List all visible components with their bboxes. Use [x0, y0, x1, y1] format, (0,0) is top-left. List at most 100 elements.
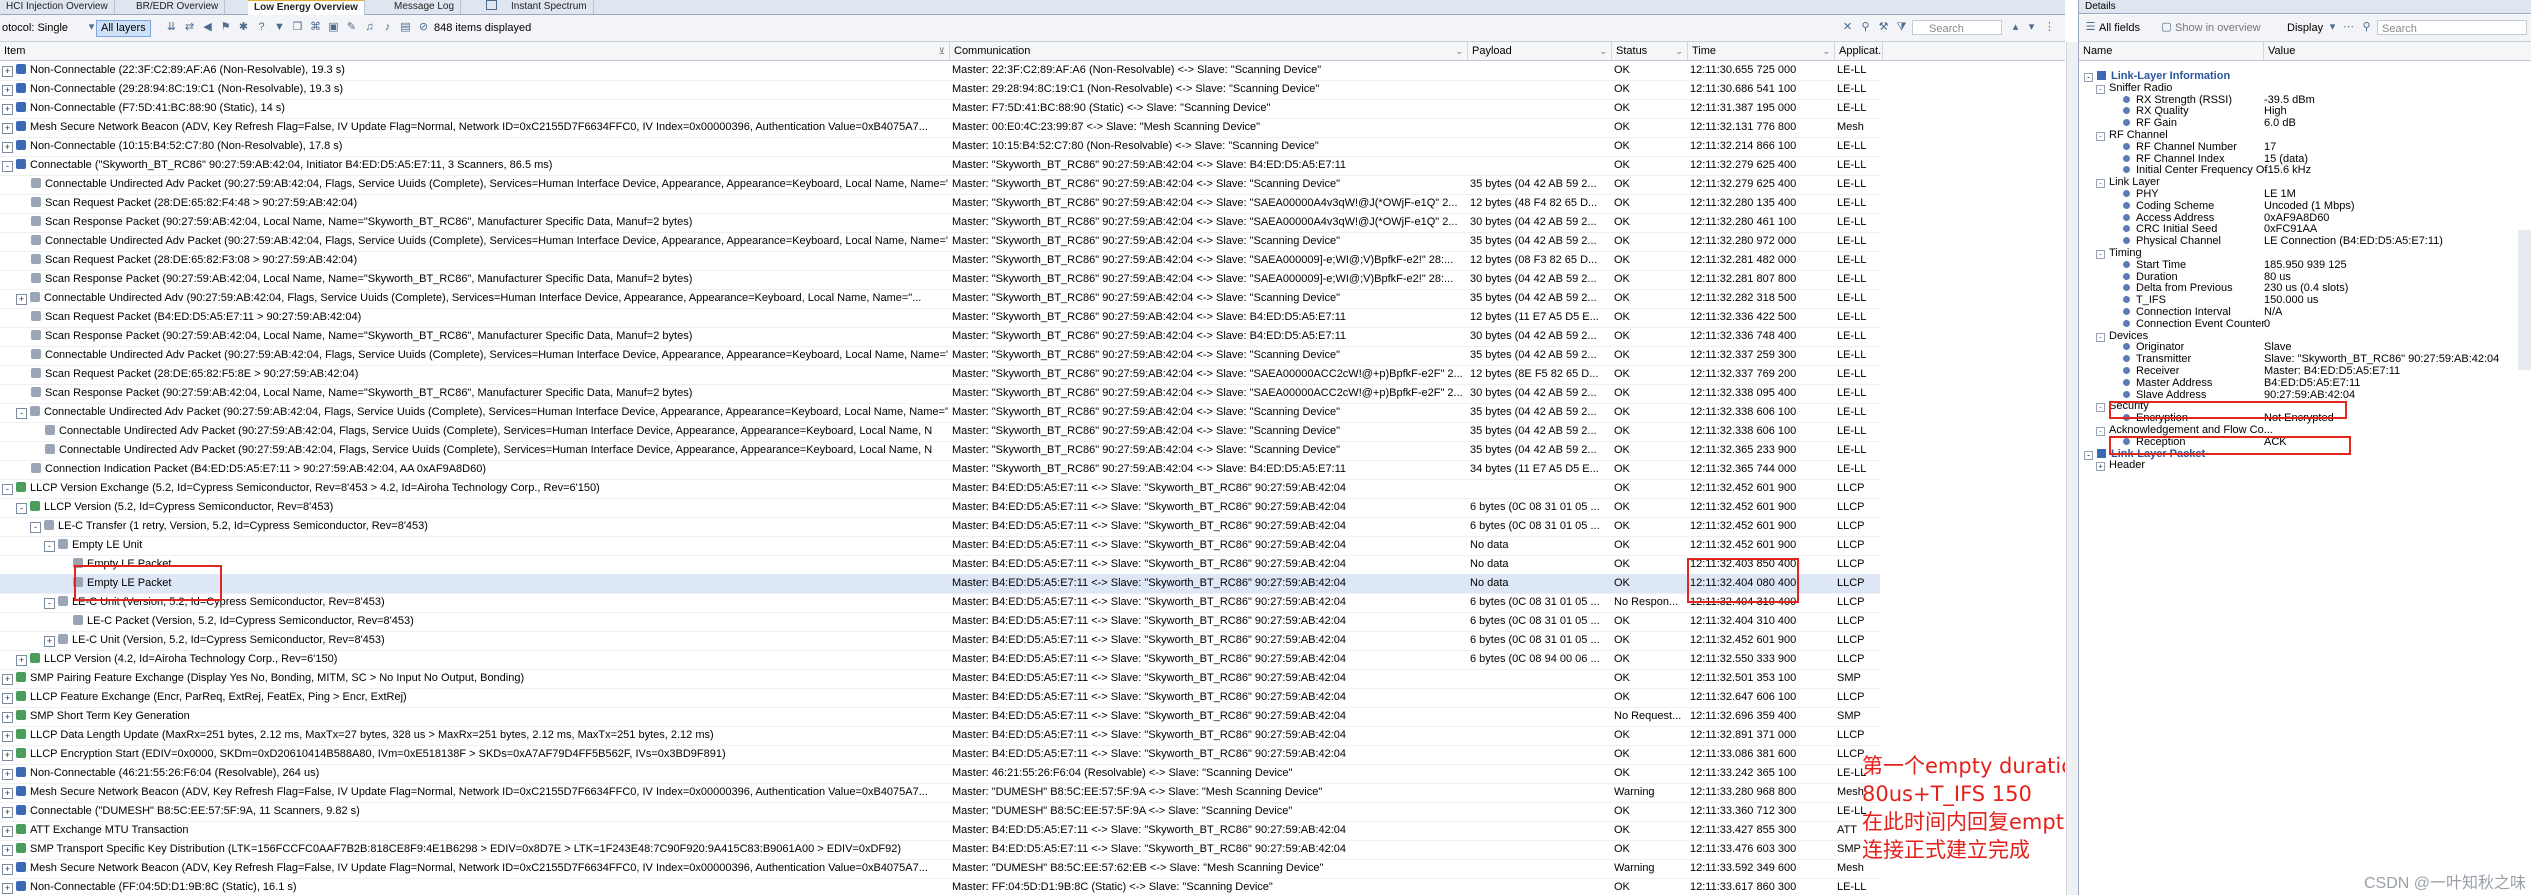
details-row[interactable]: Connection Event Counter 0	[2079, 319, 2531, 331]
details-row[interactable]: - Security	[2079, 401, 2531, 413]
table-row[interactable]: Scan Request Packet (28:DE:65:82:F3:08 >…	[0, 251, 1880, 271]
collapse-icon[interactable]: -	[2096, 403, 2105, 413]
collapse-icon[interactable]: -	[2096, 427, 2105, 436]
tab-bredr-overview[interactable]: BR/EDR Overview	[130, 0, 226, 14]
table-row[interactable]: + LE-C Unit (Version, 5.2, Id=Cypress Sem…	[0, 631, 1880, 651]
table-row[interactable]: Connectable Undirected Adv Packet (90:27…	[0, 346, 1880, 366]
table-row[interactable]: - LE-C Unit (Version, 5.2, Id=Cypress Sem…	[0, 593, 1880, 613]
all-fields-button[interactable]: All fields	[2099, 20, 2140, 36]
expand-icon[interactable]: +	[2, 731, 13, 742]
details-row[interactable]: + Header	[2079, 460, 2531, 472]
table-row[interactable]: + Non-Connectable (46:21:55:26:F6:04 (Res…	[0, 764, 1880, 784]
table-row[interactable]: + LLCP Version (4.2, Id=Airoha Technology…	[0, 650, 1880, 670]
table-row[interactable]: + Mesh Secure Network Beacon (ADV, Key Re…	[0, 118, 1880, 138]
clear-icon[interactable]: ✕	[1840, 20, 1855, 35]
details-row[interactable]: Slave Address 90:27:59:AB:42:04	[2079, 390, 2531, 402]
table-row[interactable]: + ATT Exchange MTU Transaction Master: B4:…	[0, 821, 1880, 841]
table-row[interactable]: - Empty LE Unit Master: B4:ED:D5:A5:E7:11 …	[0, 536, 1880, 556]
column-time[interactable]: Time ⌄	[1688, 42, 1835, 60]
details-row[interactable]: Access Address 0xAF9A8D60	[2079, 213, 2531, 225]
details-row[interactable]: RF Gain 6.0 dB	[2079, 118, 2531, 130]
tab-instant-spectrum[interactable]: Instant Spectrum	[480, 0, 594, 14]
expand-icon[interactable]: +	[2, 845, 13, 856]
expand-icon[interactable]: +	[16, 294, 27, 305]
tab-low-energy-overview[interactable]: Low Energy Overview	[248, 0, 365, 16]
table-row[interactable]: Scan Request Packet (B4:ED:D5:A5:E7:11 >…	[0, 308, 1880, 328]
details-row[interactable]: Start Time 185.950 939 125	[2079, 260, 2531, 272]
collapse-icon[interactable]: -	[2096, 84, 2105, 94]
details-row[interactable]: RX Quality High	[2079, 106, 2531, 118]
bug-icon[interactable]: ✱	[236, 20, 251, 35]
expand-icon[interactable]: +	[2, 693, 13, 704]
display-dropdown[interactable]: Display	[2287, 20, 2323, 36]
table-row[interactable]: - LLCP Version Exchange (5.2, Id=Cypress …	[0, 479, 1880, 499]
details-row[interactable]: RF Channel Index 15 (data)	[2079, 154, 2531, 166]
details-row[interactable]: Encryption Not Encrypted	[2079, 413, 2531, 425]
details-row[interactable]: RX Strength (RSSI) -39.5 dBm	[2079, 95, 2531, 107]
column-name[interactable]: Name	[2079, 42, 2264, 60]
scroll-down-icon[interactable]: ▾	[2024, 20, 2039, 35]
details-row[interactable]: PHY LE 1M	[2079, 189, 2531, 201]
collapse-icon[interactable]: -	[44, 541, 55, 552]
collapse-icon[interactable]: -	[2096, 132, 2105, 141]
collapse-icon[interactable]: -	[2084, 73, 2093, 82]
table-row[interactable]: Connectable Undirected Adv Packet (90:27…	[0, 175, 1880, 195]
expand-icon[interactable]: +	[2, 750, 13, 761]
details-row[interactable]: - Acknowledgement and Flow Co...	[2079, 425, 2531, 437]
overview-icon[interactable]: ▢	[2159, 20, 2174, 35]
details-row[interactable]: T_IFS 150.000 us	[2079, 295, 2531, 307]
table-row[interactable]: + SMP Short Term Key Generation Master: B4…	[0, 707, 1880, 727]
search-icon[interactable]: ⚲	[2359, 20, 2374, 35]
help-icon[interactable]: ?	[254, 20, 269, 35]
show-in-overview-button[interactable]: Show in overview	[2175, 20, 2261, 36]
table-row[interactable]: + Connectable Undirected Adv (90:27:59:AB…	[0, 289, 1880, 309]
details-row[interactable]: Master Address B4:ED:D5:A5:E7:11	[2079, 378, 2531, 390]
brush-icon[interactable]: ✎	[344, 20, 359, 35]
collapse-icon[interactable]: -	[30, 522, 41, 533]
table-row[interactable]: + SMP Pairing Feature Exchange (Display Y…	[0, 669, 1880, 689]
table-row[interactable]: + Non-Connectable (22:3F:C2:89:AF:A6 (Non…	[0, 61, 1880, 81]
table-row[interactable]: Scan Request Packet (28:DE:65:82:F5:8E >…	[0, 365, 1880, 385]
column-application[interactable]: Applicat... ⌄	[1835, 42, 1883, 60]
table-row[interactable]: Empty LE Packet Master: B4:ED:D5:A5:E7:11…	[0, 574, 1880, 594]
all-layers-button[interactable]: All layers	[96, 20, 151, 37]
table-row[interactable]: + LLCP Feature Exchange (Encr, ParReq, Ex…	[0, 688, 1880, 708]
expand-icon[interactable]: +	[2, 104, 13, 115]
details-row[interactable]: Delta from Previous 230 us (0.4 slots)	[2079, 283, 2531, 295]
collapse-icon[interactable]: -	[2096, 250, 2105, 259]
protocol-selector[interactable]: otocol: Single	[2, 20, 68, 36]
table-row[interactable]: - Connectable Undirected Adv Packet (90:2…	[0, 403, 1880, 423]
details-row[interactable]: Transmitter Slave: "Skyworth_BT_RC86" 90:…	[2079, 354, 2531, 366]
collapse-icon[interactable]: -	[44, 598, 55, 609]
tab-message-log[interactable]: Message Log	[388, 0, 462, 14]
details-row[interactable]: Initial Center Frequency Of... -15.6 kHz	[2079, 165, 2531, 177]
table-row[interactable]: + Non-Connectable (F7:5D:41:BC:88:90 (Sta…	[0, 99, 1880, 119]
expand-icon[interactable]: +	[2, 123, 13, 134]
table-row[interactable]: Connectable Undirected Adv Packet (90:27…	[0, 232, 1880, 252]
expand-icon[interactable]: +	[2, 807, 13, 818]
column-item[interactable]: Item ⊻	[0, 42, 950, 60]
details-row[interactable]: Connection Interval N/A	[2079, 307, 2531, 319]
table-row[interactable]: + Non-Connectable (29:28:94:8C:19:C1 (Non…	[0, 80, 1880, 100]
table-row[interactable]: + SMP Transport Specific Key Distribution…	[0, 840, 1880, 860]
table-row[interactable]: Empty LE Packet Master: B4:ED:D5:A5:E7:11…	[0, 555, 1880, 575]
column-payload[interactable]: Payload ⌄	[1468, 42, 1612, 60]
chevron-down-icon[interactable]: ⌄	[1822, 42, 1830, 60]
blocked-icon[interactable]: ⊘	[416, 20, 431, 35]
collapse-icon[interactable]: -	[16, 408, 27, 419]
details-row[interactable]: - Devices	[2079, 331, 2531, 343]
chevron-down-icon[interactable]: ⇊	[164, 20, 179, 35]
search-input[interactable]: Search	[1912, 20, 2002, 35]
table-row[interactable]: Connectable Undirected Adv Packet (90:27…	[0, 441, 1880, 461]
details-row[interactable]: Coding Scheme Uncoded (1 Mbps)	[2079, 201, 2531, 213]
table-row[interactable]: Connectable Undirected Adv Packet (90:27…	[0, 422, 1880, 442]
table-row[interactable]: + LLCP Encryption Start (EDIV=0x0000, SKD…	[0, 745, 1880, 765]
tag-icon[interactable]: ⌘	[308, 20, 323, 35]
expand-icon[interactable]: +	[2, 142, 13, 153]
expand-icon[interactable]: +	[2, 788, 13, 799]
details-row[interactable]: Reception ACK	[2079, 437, 2531, 449]
details-row[interactable]: RF Channel Number 17	[2079, 142, 2531, 154]
column-communication[interactable]: Communication ⌄	[950, 42, 1468, 60]
tab-hci-injection-overview[interactable]: HCI Injection Overview	[0, 0, 115, 14]
details-row[interactable]: - Timing	[2079, 248, 2531, 260]
